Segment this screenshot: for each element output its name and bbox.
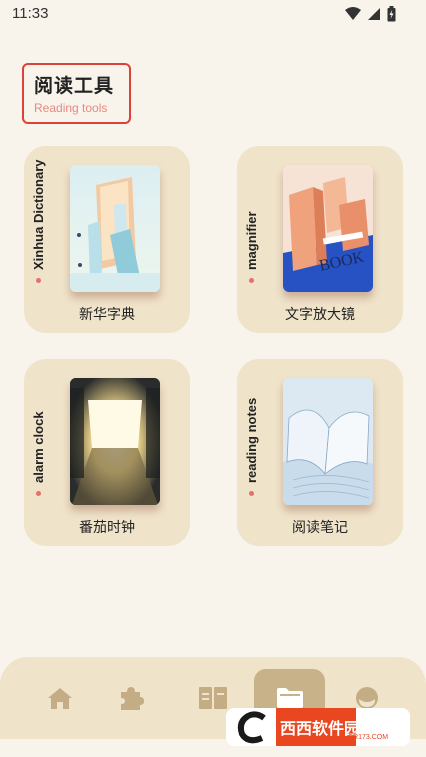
card-side-label: magnifier [244, 211, 259, 270]
dictionary-illustration [70, 165, 160, 292]
card-label: 文字放大镜 [285, 307, 355, 323]
card-label: 番茄时钟 [79, 520, 135, 536]
home-icon [47, 688, 72, 709]
card-side-label: Xinhua Dictionary [31, 159, 46, 270]
page-title: 阅读工具 [34, 75, 115, 97]
watermark-logo: 西西软件园 CR173.COM [226, 708, 410, 746]
watermark-c-icon [237, 711, 266, 744]
tool-card-alarm-clock[interactable]: alarm clock 番茄时钟 [24, 359, 190, 546]
puzzle-icon [120, 687, 144, 710]
watermark-url: CR173.COM [348, 734, 389, 741]
status-bar: 11:33 [0, 0, 426, 30]
card-label: 新华字典 [79, 307, 135, 323]
profile-icon [355, 687, 378, 709]
bullet-dot [249, 278, 254, 283]
bullet-dot [36, 278, 41, 283]
page-subtitle: Reading tools [34, 101, 108, 115]
bullet-dot [36, 491, 41, 496]
magnifier-illustration: BOOK [283, 165, 373, 292]
folder-icon [276, 688, 303, 708]
card-side-label: alarm clock [31, 411, 46, 483]
battery-icon [387, 6, 396, 22]
reading-notes-illustration [283, 378, 373, 505]
page-title-box: 阅读工具 Reading tools [22, 63, 131, 124]
alarm-clock-illustration [70, 378, 160, 505]
tool-card-magnifier[interactable]: magnifier BOOK 文字放大镜 [237, 146, 403, 333]
tool-card-reading-notes[interactable]: reading notes 阅读笔记 [237, 359, 403, 546]
card-side-label: reading notes [244, 397, 259, 483]
signal-icon [368, 8, 380, 20]
tab-home[interactable] [24, 657, 95, 739]
tool-card-dictionary[interactable]: Xinhua Dictionary 新华字典 [24, 146, 190, 333]
bullet-dot [249, 491, 254, 496]
wifi-icon [345, 7, 361, 20]
tab-plugins[interactable] [95, 657, 166, 739]
card-label: 阅读笔记 [292, 520, 348, 536]
status-time: 11:33 [12, 5, 49, 22]
book-icon [198, 687, 227, 709]
